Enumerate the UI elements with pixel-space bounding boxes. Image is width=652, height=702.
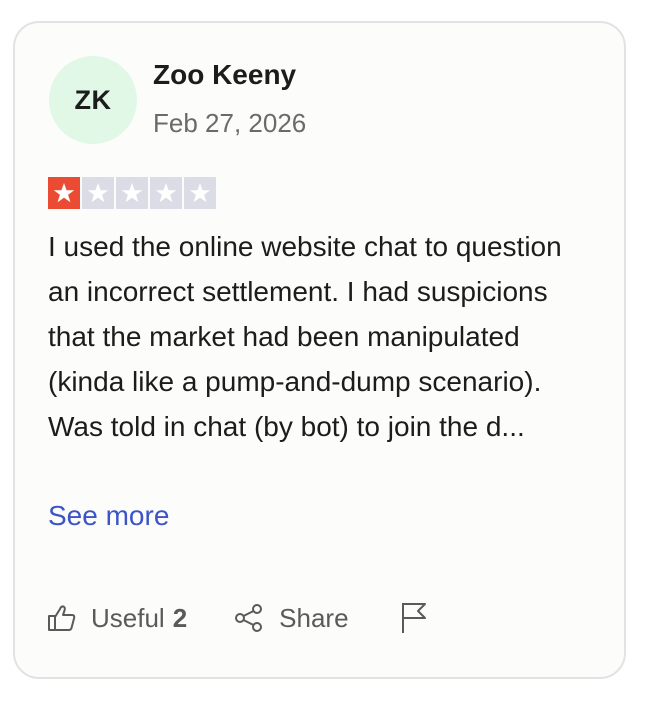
share-button[interactable]: Share [233, 602, 349, 634]
star-2 [82, 177, 114, 209]
reviewer-name[interactable]: Zoo Keeny [153, 59, 296, 91]
star-4 [150, 177, 182, 209]
star-5 [184, 177, 216, 209]
star-icon [189, 183, 211, 203]
star-3 [116, 177, 148, 209]
report-button[interactable] [399, 601, 429, 635]
star-icon [155, 183, 177, 203]
star-rating [48, 177, 216, 209]
flag-icon [401, 603, 426, 633]
see-more-link[interactable]: See more [48, 493, 169, 538]
review-date: Feb 27, 2026 [153, 108, 307, 138]
useful-button[interactable]: Useful 2 [47, 603, 187, 634]
review-text: I used the online website chat to questi… [48, 231, 562, 442]
star-icon [121, 183, 143, 203]
avatar: ZK [49, 56, 137, 144]
useful-label: Useful [91, 602, 165, 633]
review-actions: Useful 2 Share [47, 597, 429, 639]
avatar-initials: ZK [74, 84, 112, 115]
share-label: Share [279, 602, 349, 633]
star-icon [53, 183, 75, 203]
star-1 [48, 177, 80, 209]
star-icon [87, 183, 109, 203]
review-card: ZK Zoo Keeny Feb 27, 2026 I used the onl… [13, 21, 626, 679]
share-icon [235, 604, 263, 632]
thumbs-up-icon [48, 605, 76, 631]
useful-count: 2 [172, 602, 188, 633]
